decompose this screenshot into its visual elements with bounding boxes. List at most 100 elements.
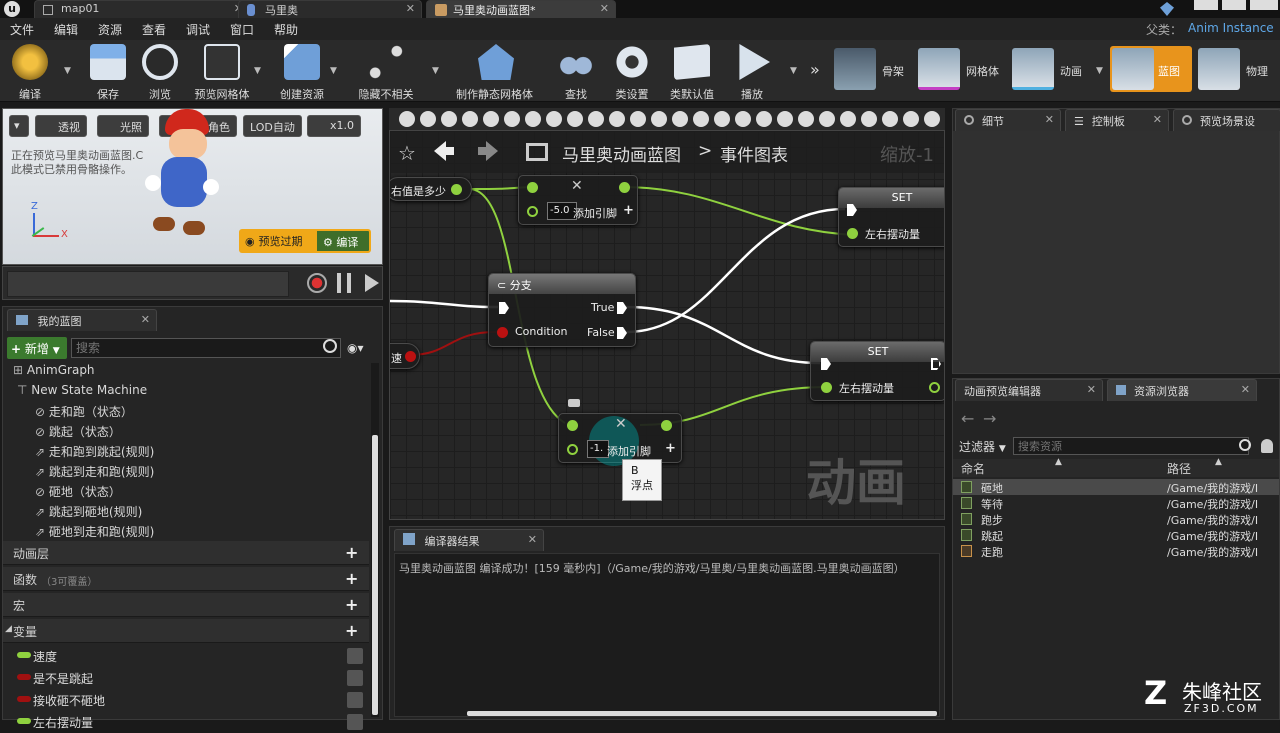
mode-blueprint[interactable]: 蓝图 bbox=[1110, 46, 1192, 92]
tree-item-state[interactable]: ⊘ 跳起（状态） bbox=[35, 423, 121, 443]
asset-row[interactable]: 跳起 /Game/我的游戏/I bbox=[953, 527, 1279, 543]
graph-toolbar-icon[interactable] bbox=[756, 111, 772, 127]
graph-toolbar-icon[interactable] bbox=[546, 111, 562, 127]
output-pin[interactable] bbox=[619, 182, 630, 193]
graph-toolbar-icon[interactable] bbox=[483, 111, 499, 127]
lod-button[interactable]: LOD自动 bbox=[243, 115, 302, 137]
tree-item-state[interactable]: ⊘ 走和跑（状态） bbox=[35, 403, 133, 423]
mode-animation[interactable]: 动画 bbox=[1012, 48, 1102, 90]
branch-node[interactable]: ⊂ 分支 Condition True False bbox=[488, 273, 636, 347]
visibility-toggle-icon[interactable] bbox=[347, 692, 363, 708]
graph-toolbar-icon[interactable] bbox=[651, 111, 667, 127]
input-pin-a[interactable] bbox=[567, 420, 578, 431]
timeline-track[interactable] bbox=[7, 271, 289, 297]
variable-row[interactable]: 左右摆动量 bbox=[3, 711, 369, 733]
tab-preview-scene[interactable]: 预览场景设 bbox=[1173, 109, 1280, 131]
add-new-button[interactable]: + 新增 ▼ bbox=[7, 337, 67, 359]
close-icon[interactable]: ✕ bbox=[600, 2, 609, 15]
graph-toolbar-icon[interactable] bbox=[399, 111, 415, 127]
section-variables[interactable]: ◢ 变量 + bbox=[3, 619, 369, 643]
tab-anim-preview-editor[interactable]: 动画预览编辑器 ✕ bbox=[955, 379, 1103, 401]
close-icon[interactable]: ✕ bbox=[1241, 383, 1250, 396]
maximize-button[interactable] bbox=[1222, 0, 1246, 10]
asset-row[interactable]: 走跑 /Game/我的游戏/I bbox=[953, 543, 1279, 559]
add-macro-icon[interactable]: + bbox=[345, 597, 359, 613]
exec-input-pin[interactable] bbox=[499, 302, 509, 314]
minimize-button[interactable] bbox=[1194, 0, 1218, 10]
section-functions[interactable]: 函数 （3可覆盖） + bbox=[3, 567, 369, 591]
tree-item-rule[interactable]: ⇗ 砸地到走和跑(规则) bbox=[35, 523, 154, 539]
value-field[interactable]: -1. bbox=[587, 440, 609, 458]
filter-dropdown[interactable]: 过滤器 ▼ bbox=[959, 438, 1006, 455]
graph-toolbar-icon[interactable] bbox=[861, 111, 877, 127]
set-variable-node[interactable]: SET 左右摆动量 bbox=[810, 341, 944, 401]
graph-toolbar-icon[interactable] bbox=[693, 111, 709, 127]
preview-mesh-button[interactable]: 预览网格体 bbox=[192, 42, 252, 101]
doc-tab-mario[interactable]: 马里奥 ✕ bbox=[238, 0, 422, 18]
graph-toolbar-icon[interactable] bbox=[609, 111, 625, 127]
timeline-bar[interactable] bbox=[2, 266, 383, 300]
graph-toolbar-icon[interactable] bbox=[714, 111, 730, 127]
asset-row[interactable]: 砸地 /Game/我的游戏/I bbox=[953, 479, 1279, 495]
output-pin[interactable] bbox=[405, 351, 416, 362]
column-path[interactable]: 路径 bbox=[1167, 460, 1191, 477]
tree-item-state[interactable]: ⊘ 砸地（状态） bbox=[35, 483, 121, 503]
step-forward-icon[interactable] bbox=[365, 274, 379, 292]
graph-toolbar-icon[interactable] bbox=[525, 111, 541, 127]
blueprint-search-input[interactable] bbox=[71, 338, 341, 358]
lighting-button[interactable]: 光照 bbox=[97, 115, 149, 137]
graph-toolbar-icon[interactable] bbox=[924, 111, 940, 127]
class-settings-button[interactable]: 类设置 bbox=[602, 42, 662, 101]
menu-help[interactable]: 帮助 bbox=[274, 21, 298, 38]
doc-tab-map01[interactable]: map01 ✕ bbox=[34, 0, 250, 18]
graph-toolbar-icon[interactable] bbox=[567, 111, 583, 127]
nav-forward-arrow-icon[interactable]: → bbox=[983, 409, 996, 428]
close-icon[interactable]: ✕ bbox=[528, 533, 537, 546]
close-icon[interactable]: ✕ bbox=[141, 313, 150, 326]
input-pin-b[interactable] bbox=[527, 206, 538, 217]
tree-item-rule[interactable]: ⇗ 走和跑到跳起(规则) bbox=[35, 443, 154, 463]
search-icon[interactable] bbox=[1239, 439, 1251, 451]
visibility-toggle-icon[interactable] bbox=[347, 670, 363, 686]
animation-mode-chevron-icon[interactable]: ▼ bbox=[1096, 66, 1106, 76]
menu-debug[interactable]: 调试 bbox=[186, 21, 210, 38]
browse-button[interactable]: 浏览 bbox=[130, 42, 190, 101]
output-pin[interactable] bbox=[929, 382, 940, 393]
close-icon[interactable]: ✕ bbox=[1087, 383, 1096, 396]
record-icon[interactable] bbox=[307, 273, 327, 293]
hide-unrelated-button[interactable]: 隐藏不相关 bbox=[356, 42, 416, 101]
log-scrollbar[interactable] bbox=[467, 711, 937, 716]
graph-toolbar-icon[interactable] bbox=[882, 111, 898, 127]
mode-mesh[interactable]: 网格体 bbox=[918, 48, 1008, 90]
overflow-chevron-icon[interactable]: » bbox=[810, 60, 820, 79]
add-float-node[interactable]: -5.0 添加引脚 + ✕ bbox=[518, 175, 638, 225]
tree-item-rule[interactable]: ⇗ 跳起到走和跑(规则) bbox=[35, 463, 154, 483]
viewport-compile-button[interactable]: ⚙ 编译 bbox=[315, 229, 371, 253]
graph-toolbar-icon[interactable] bbox=[819, 111, 835, 127]
graph-toolbar-icon[interactable] bbox=[462, 111, 478, 127]
add-anim-layer-icon[interactable]: + bbox=[345, 545, 359, 561]
add-pin-plus-icon[interactable]: + bbox=[623, 203, 634, 218]
graph-toolbar-icon[interactable] bbox=[420, 111, 436, 127]
graph-toolbar-icon[interactable] bbox=[672, 111, 688, 127]
preview-viewport[interactable]: ▾ 透视 光照 显示 角色 LOD自动 x1.0 正在预览马里奥动画蓝图.C 此… bbox=[2, 108, 383, 265]
input-pin-a[interactable] bbox=[527, 182, 538, 193]
set-variable-node[interactable]: SET 左右摆动量 bbox=[838, 187, 944, 247]
menu-file[interactable]: 文件 bbox=[10, 21, 34, 38]
speed-getter-node[interactable]: 速 bbox=[390, 343, 420, 369]
tab-details[interactable]: 细节 ✕ bbox=[955, 109, 1061, 131]
play-options-chevron-icon[interactable]: ▼ bbox=[790, 66, 800, 76]
pause-icon[interactable] bbox=[337, 273, 351, 293]
perspective-button[interactable]: 透视 bbox=[35, 115, 87, 137]
variable-row[interactable]: 接收砸不砸地 bbox=[3, 689, 369, 711]
find-button[interactable]: 查找 bbox=[546, 42, 606, 101]
class-defaults-button[interactable]: 类默认值 bbox=[662, 42, 722, 101]
search-icon[interactable] bbox=[323, 339, 337, 353]
close-icon[interactable]: ✕ bbox=[1045, 113, 1054, 126]
output-pin[interactable] bbox=[661, 420, 672, 431]
true-exec-pin[interactable] bbox=[617, 302, 627, 314]
add-pin-plus-icon[interactable]: + bbox=[665, 441, 676, 456]
parent-class-link[interactable]: Anim Instance bbox=[1188, 21, 1274, 35]
preview-expired-badge[interactable]: ◉ 预览过期 bbox=[239, 229, 315, 253]
variable-row[interactable]: 速度 bbox=[3, 645, 369, 667]
